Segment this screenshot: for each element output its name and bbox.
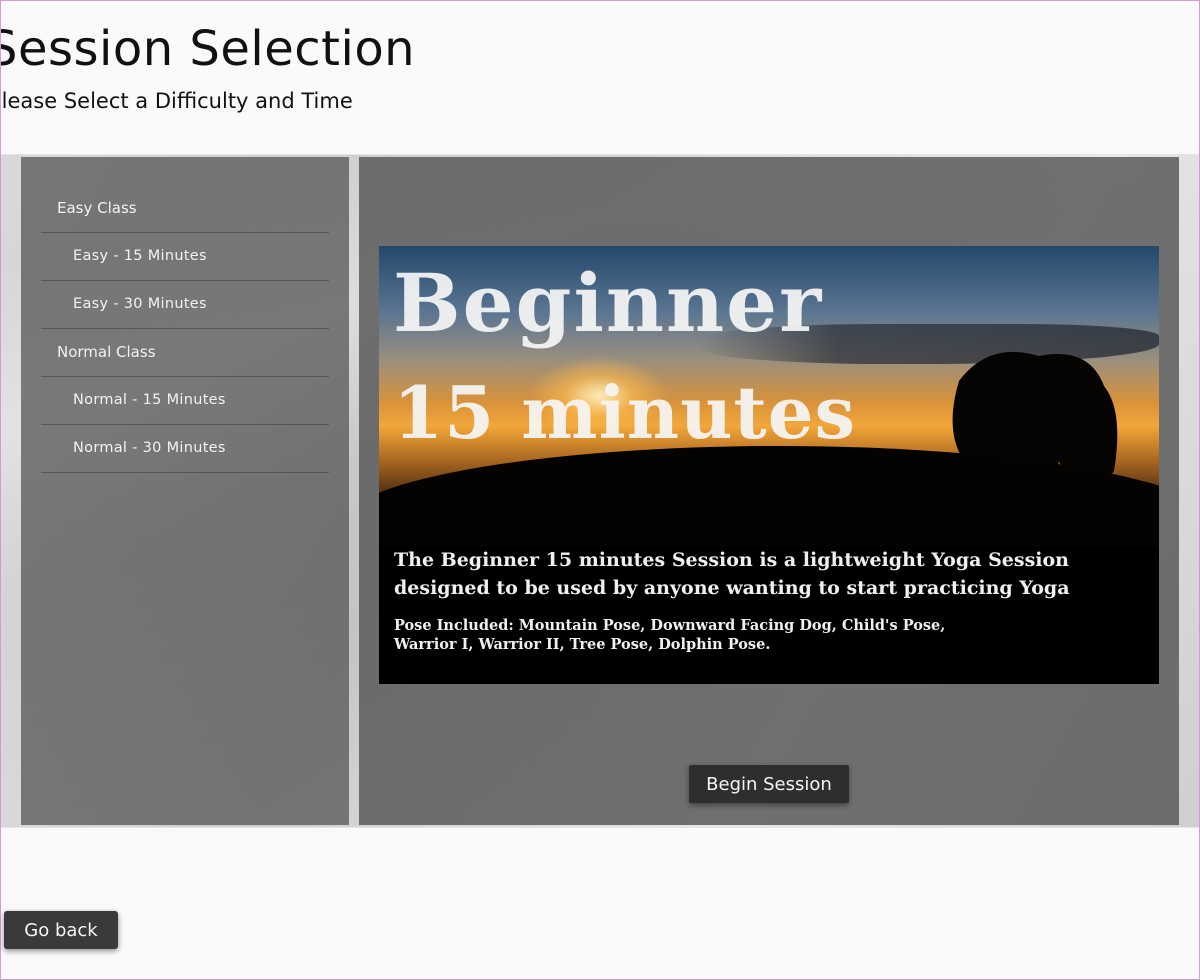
session-title-duration: 15 minutes — [393, 370, 857, 455]
session-menu: Easy Class Easy - 15 Minutes Easy - 30 M… — [41, 185, 329, 473]
session-poses-line: Warrior I, Warrior II, Tree Pose, Dolphi… — [394, 636, 771, 653]
menu-item-normal-class[interactable]: Normal Class — [41, 329, 329, 377]
session-detail-panel: Beginner 15 minutes The Beginner 15 minu… — [359, 157, 1179, 825]
sunset-yoga-image: Beginner 15 minutes — [379, 246, 1159, 546]
page-header: Session Selection Please Select a Diffic… — [1, 1, 1199, 155]
menu-item-easy-15[interactable]: Easy - 15 Minutes — [41, 233, 329, 281]
go-back-button[interactable]: Go back — [4, 911, 118, 949]
menu-item-easy-30[interactable]: Easy - 30 Minutes — [41, 281, 329, 329]
difficulty-sidebar: Easy Class Easy - 15 Minutes Easy - 30 M… — [21, 157, 349, 825]
page-subtitle: Please Select a Difficulty and Time — [1, 89, 353, 113]
menu-item-normal-30[interactable]: Normal - 30 Minutes — [41, 425, 329, 473]
page-title: Session Selection — [1, 21, 416, 77]
session-description-line: designed to be used by anyone wanting to… — [394, 577, 1070, 599]
session-poses-line: Pose Included: Mountain Pose, Downward F… — [394, 617, 946, 634]
session-description-line: The Beginner 15 minutes Session is a lig… — [394, 549, 1069, 571]
begin-session-button[interactable]: Begin Session — [689, 765, 849, 803]
menu-item-easy-class[interactable]: Easy Class — [41, 185, 329, 233]
selection-stage: Easy Class Easy - 15 Minutes Easy - 30 M… — [1, 155, 1199, 828]
session-card: Beginner 15 minutes The Beginner 15 minu… — [379, 246, 1159, 684]
session-poses: Pose Included: Mountain Pose, Downward F… — [394, 616, 1134, 654]
session-description: The Beginner 15 minutes Session is a lig… — [394, 546, 1134, 602]
session-title-level: Beginner — [393, 256, 824, 350]
menu-item-normal-15[interactable]: Normal - 15 Minutes — [41, 377, 329, 425]
